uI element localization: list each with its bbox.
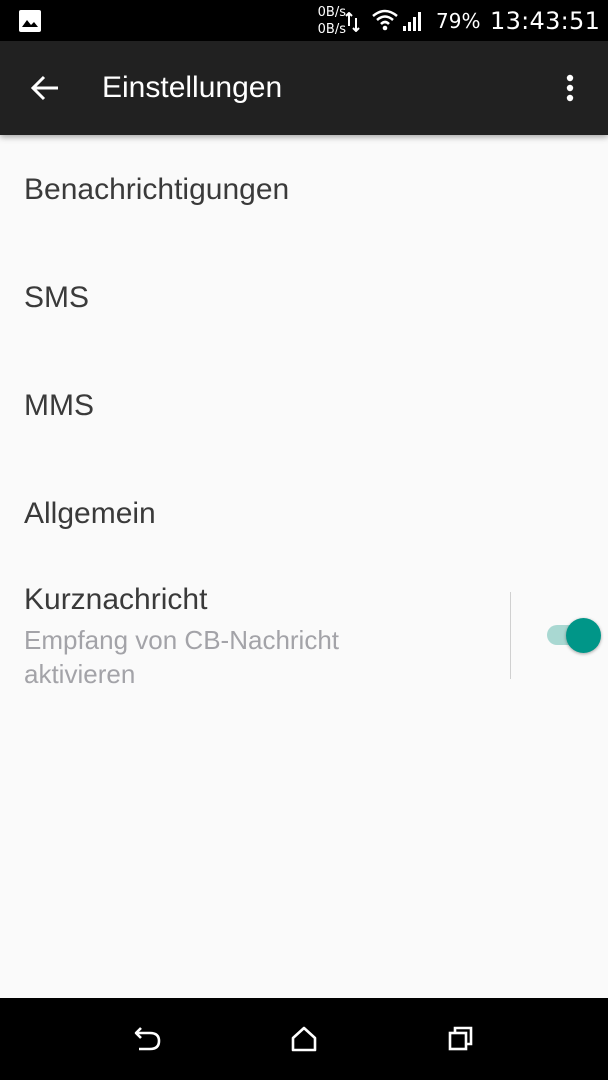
setting-label: Allgemein — [24, 497, 156, 530]
setting-summary: Empfang von CB-Nachricht aktivieren — [24, 625, 340, 689]
nav-recents-icon[interactable] — [440, 1018, 482, 1060]
speed-up-text: 0B/s — [317, 5, 346, 20]
wifi-icon — [372, 9, 398, 31]
navigation-bar — [0, 998, 608, 1080]
setting-notifications[interactable]: Benachrichtigungen — [0, 135, 608, 243]
page-title: Einstellungen — [102, 71, 283, 104]
toggle-thumb — [566, 618, 601, 653]
setting-mms[interactable]: MMS — [0, 351, 608, 459]
speed-down-text: 0B/s — [317, 22, 346, 37]
setting-label: SMS — [24, 281, 90, 314]
divider — [510, 592, 511, 679]
setting-cell-broadcast[interactable]: Kurznachricht Empfang von CB-Nachricht a… — [0, 567, 608, 707]
setting-label: Kurznachricht — [24, 583, 208, 616]
arrow-back-icon — [31, 75, 58, 101]
nav-home-icon[interactable] — [283, 1018, 325, 1060]
setting-general[interactable]: Allgemein — [0, 459, 608, 567]
setting-label: MMS — [24, 389, 94, 422]
status-bar: 0B/s 0B/s 79% 13:43:51 — [0, 0, 608, 41]
nav-back-icon[interactable] — [126, 1018, 168, 1060]
cell-broadcast-toggle[interactable] — [540, 613, 604, 657]
back-button[interactable] — [20, 65, 74, 111]
battery-level: 79% — [436, 9, 481, 33]
network-speed: 0B/s 0B/s — [302, 4, 346, 38]
overflow-menu-button[interactable] — [552, 65, 590, 111]
gallery-icon — [19, 10, 41, 32]
setting-label: Benachrichtigungen — [24, 173, 290, 206]
setting-sms[interactable]: SMS — [0, 243, 608, 351]
app-toolbar: Einstellungen — [0, 41, 608, 135]
more-vert-icon — [566, 74, 574, 102]
data-transfer-icon — [345, 12, 360, 32]
clock: 13:43:51 — [490, 7, 601, 35]
signal-icon — [403, 12, 421, 31]
